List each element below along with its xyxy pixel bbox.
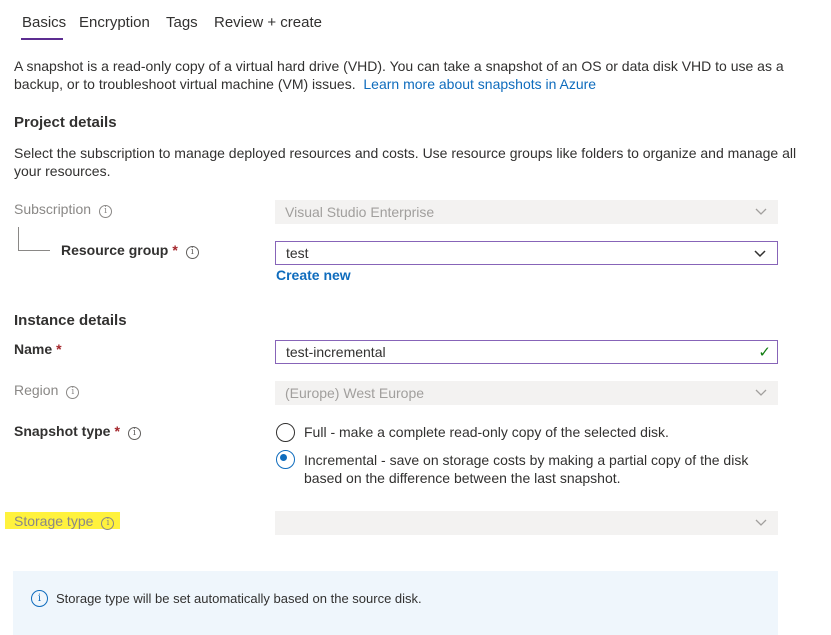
chevron-down-icon — [755, 208, 767, 215]
region-value: (Europe) West Europe — [285, 385, 425, 401]
required-asterisk: * — [172, 242, 178, 258]
resource-group-label-text: Resource group — [61, 242, 169, 258]
subscription-label-text: Subscription — [14, 201, 92, 217]
required-asterisk: * — [56, 341, 62, 357]
name-value: test-incremental — [286, 344, 386, 360]
snapshot-type-label: Snapshot type * i — [14, 423, 141, 440]
create-new-link[interactable]: Create new — [276, 267, 351, 283]
radio-full[interactable] — [276, 423, 295, 442]
snapshot-type-label-text: Snapshot type — [14, 423, 111, 439]
intro-paragraph: A snapshot is a read-only copy of a virt… — [14, 57, 794, 93]
storage-type-label-text: Storage type — [14, 513, 94, 529]
resource-group-dropdown[interactable]: test — [275, 241, 778, 265]
project-details-description: Select the subscription to manage deploy… — [14, 145, 797, 179]
chevron-down-icon — [755, 389, 767, 396]
name-label: Name * — [14, 341, 62, 357]
required-asterisk: * — [114, 423, 120, 439]
name-label-text: Name — [14, 341, 53, 357]
resource-group-value: test — [286, 245, 309, 261]
radio-incremental-label[interactable]: Incremental - save on storage costs by m… — [304, 451, 779, 487]
tab-encryption[interactable]: Encryption — [79, 14, 150, 31]
tab-review-create[interactable]: Review + create — [214, 14, 322, 31]
info-icon[interactable]: i — [127, 427, 141, 440]
resource-group-label: Resource group * i — [61, 242, 199, 259]
storage-info-text: Storage type will be set automatically b… — [56, 591, 422, 606]
info-icon[interactable]: i — [101, 517, 115, 530]
project-details-heading: Project details — [14, 114, 117, 131]
name-input[interactable]: test-incremental ✓ — [275, 340, 778, 364]
storage-type-dropdown[interactable] — [275, 511, 778, 535]
region-dropdown[interactable]: (Europe) West Europe — [275, 381, 778, 405]
chevron-down-icon — [754, 250, 766, 258]
info-icon: i — [31, 590, 48, 607]
storage-info-box: i Storage type will be set automatically… — [13, 571, 778, 635]
radio-full-label[interactable]: Full - make a complete read-only copy of… — [304, 423, 774, 441]
tab-basics[interactable]: Basics — [22, 14, 66, 31]
subscription-label: Subscription i — [14, 201, 113, 218]
subscription-dropdown[interactable]: Visual Studio Enterprise — [275, 200, 778, 224]
learn-more-link[interactable]: Learn more about snapshots in Azure — [363, 76, 596, 92]
tab-tags[interactable]: Tags — [166, 14, 198, 31]
instance-details-heading: Instance details — [14, 312, 127, 329]
info-icon[interactable]: i — [185, 246, 199, 259]
tree-connector — [18, 227, 50, 251]
storage-type-label: Storage type i — [14, 513, 115, 530]
radio-incremental[interactable] — [276, 450, 295, 469]
checkmark-icon: ✓ — [758, 344, 771, 361]
info-icon[interactable]: i — [99, 205, 113, 218]
active-tab-indicator — [21, 38, 63, 40]
region-label-text: Region — [14, 382, 59, 398]
region-label: Region i — [14, 382, 80, 399]
subscription-value: Visual Studio Enterprise — [285, 204, 435, 220]
info-icon[interactable]: i — [66, 386, 80, 399]
chevron-down-icon — [755, 519, 767, 526]
